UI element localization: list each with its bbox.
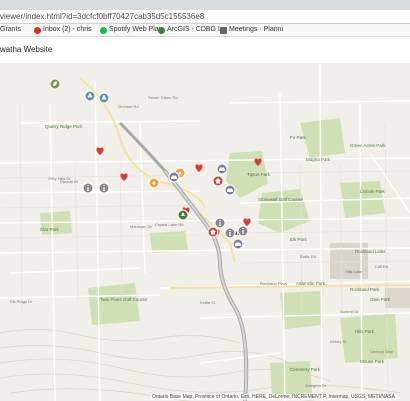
info-icon[interactable] [237, 225, 249, 237]
map-label: Orchard Rd [118, 104, 139, 109]
map-label: Elk Ridge Dr [10, 299, 33, 304]
map-label: Seven Tribes Rd [148, 95, 178, 100]
sun-icon[interactable] [148, 177, 160, 189]
bookmark-label: Spotify Web Play [109, 26, 163, 33]
map-label: Tipton Park [247, 172, 271, 177]
map-label: Hills Park [355, 329, 375, 334]
map-label: Abbey Dr [330, 339, 347, 344]
map-label: Glen Park [370, 297, 391, 302]
bookmark-label: ArcGIS - CDBG Lo [167, 26, 226, 33]
document-icon [220, 26, 227, 34]
map-label: Fir Park [290, 135, 307, 140]
map-label: Summit Dr [340, 309, 360, 314]
app-title: watha Website [0, 45, 53, 54]
map-label: Cemetery Park [290, 367, 321, 372]
map-label: Hills Lake [345, 269, 363, 274]
map-label: Rockland Park [350, 287, 380, 292]
tree-icon[interactable] [98, 92, 110, 104]
leaf-icon[interactable] [49, 78, 61, 90]
map-label: Parade St [60, 179, 79, 184]
map-label: Baltic Rd [300, 254, 316, 259]
map-label: Lincoln Park [360, 189, 386, 194]
bookmark-inbox[interactable]: Inbox (2) - chris [34, 24, 92, 36]
spotify-icon [100, 26, 107, 34]
map-label: Crystal Lake Rd [155, 222, 183, 227]
map-label: Adamslie Park [296, 281, 326, 286]
address-text[interactable]: viewer/index.html?id=3dcfcf0bff70427cab3… [0, 10, 204, 23]
car-icon[interactable] [216, 163, 228, 175]
bookmark-label: Grants [0, 26, 22, 33]
map-label: Stonewall Golf Course [258, 197, 303, 202]
map-label: Elk Park [290, 237, 308, 242]
map-label: Rockland Links [355, 249, 386, 254]
car-icon[interactable] [168, 171, 180, 183]
park-icon[interactable] [177, 209, 189, 221]
map-view[interactable]: Seven Tribes Rd Orchard Rd Fir Park Magna P… [0, 63, 410, 401]
map-label: Kettle Ct [200, 300, 216, 305]
map-label: Magna Park [306, 157, 331, 162]
info-icon[interactable] [82, 182, 94, 194]
car-icon[interactable] [224, 184, 236, 196]
heart-icon[interactable] [195, 164, 203, 172]
address-bar[interactable]: viewer/index.html?id=3dcfcf0bff70427cab3… [0, 10, 410, 24]
info-icon[interactable] [224, 227, 236, 239]
map-label: Rockland Pkwy [260, 281, 287, 286]
bookmark-meetings[interactable]: Meetings · Planni [220, 24, 283, 36]
bookmark-arcgis[interactable]: ArcGIS - CDBG Lo [158, 24, 226, 36]
map-label: Twin Pines Golf Course [100, 297, 148, 302]
info-icon[interactable] [98, 182, 110, 194]
map-label: Mountain Dr [130, 224, 152, 229]
app-header: watha Website [0, 37, 410, 64]
map-label: Mouse Park [360, 359, 385, 364]
map-attribution: Ontario Base Map, Province of Ontario, E… [150, 394, 397, 400]
car-icon[interactable] [232, 238, 244, 250]
gmail-icon [34, 26, 41, 34]
bookmark-label: Inbox (2) - chris [43, 26, 92, 33]
map-label: Clar Park [40, 227, 60, 232]
bookmark-grants[interactable]: Grants [0, 24, 21, 36]
bookmark-label: Meetings · Planni [229, 26, 284, 33]
bookmarks-bar: Grants Inbox (2) - chris Spotify Web Pla… [0, 24, 410, 37]
home-icon[interactable] [207, 226, 219, 238]
heart-icon[interactable] [96, 147, 104, 155]
basemap[interactable]: Seven Tribes Rd Orchard Rd Fir Park Magna P… [0, 63, 410, 401]
map-label: Arlington Dr [305, 383, 327, 388]
browser-tab-strip [0, 0, 410, 10]
heart-icon[interactable] [120, 173, 128, 181]
map-label: Quarry Ridge Park [45, 124, 83, 129]
tree-icon[interactable] [84, 90, 96, 102]
arcgis-icon [158, 26, 165, 34]
home-icon[interactable] [212, 175, 224, 187]
map-label: Green Acres Park [350, 143, 386, 148]
map-label: Cliff Rd [375, 264, 388, 269]
info-icon[interactable] [214, 217, 226, 229]
map-label: Century Way [370, 349, 393, 354]
bookmark-spotify[interactable]: Spotify Web Play [100, 24, 162, 36]
